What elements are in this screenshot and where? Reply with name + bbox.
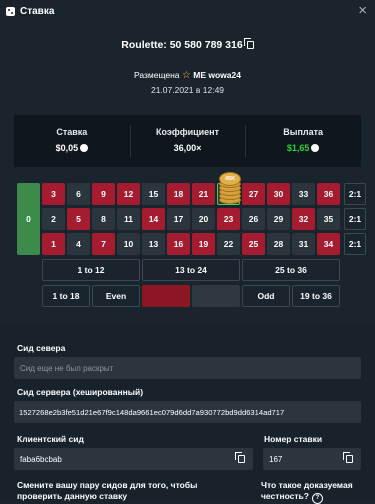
even-bet[interactable]: Even — [92, 285, 140, 307]
number-cell-22[interactable]: 22 — [217, 233, 240, 255]
server-seed-label: Сид севера — [17, 343, 66, 353]
number-cell-20[interactable]: 20 — [192, 208, 215, 230]
game-id-text: Roulette: 50 580 789 316 — [121, 39, 243, 51]
placed-label: Размещена — [134, 70, 180, 80]
number-cell-14[interactable]: 14 — [142, 208, 165, 230]
placed-by: Размещена ☆ ME wowa24 — [0, 70, 375, 81]
number-cell-35[interactable]: 35 — [317, 208, 340, 230]
red-bet[interactable] — [142, 285, 190, 307]
client-seed-value: faba6bcbab — [20, 454, 62, 464]
number-cell-2[interactable]: 2 — [42, 208, 65, 230]
number-cell-3[interactable]: 3 — [42, 183, 65, 205]
dozen-bet-3[interactable]: 25 to 36 — [242, 259, 340, 281]
username[interactable]: ME wowa24 — [193, 70, 241, 80]
number-cell-9[interactable]: 9 — [92, 183, 115, 205]
number-cell-13[interactable]: 13 — [142, 233, 165, 255]
bet-date: 21.07.2021 в 12:49 — [150, 85, 225, 95]
star-icon: ☆ — [181, 70, 191, 81]
number-cell-11[interactable]: 11 — [117, 208, 140, 230]
server-seed-hashed-field[interactable]: 1527268e2b3fe51d21e67f9c148da9661ec079d6… — [14, 401, 361, 423]
close-icon[interactable]: × — [358, 2, 367, 19]
number-cell-19[interactable]: 19 — [192, 233, 215, 255]
modal-title: Ставка — [20, 5, 55, 17]
number-cell-34[interactable]: 34 — [317, 233, 340, 255]
number-cell-36[interactable]: 36 — [317, 183, 340, 205]
stat-value: $0,05 — [14, 143, 130, 153]
bet-number-value: 167 — [269, 454, 283, 464]
copy-icon[interactable] — [343, 452, 353, 463]
stat-label: Ставка — [56, 127, 88, 137]
copy-icon[interactable] — [235, 452, 245, 463]
game-id-title: Roulette: 50 580 789 316 — [0, 38, 375, 51]
question-icon: ? — [311, 493, 323, 504]
number-cell-5[interactable]: 5 — [67, 208, 90, 230]
number-cell-1[interactable]: 1 — [42, 233, 65, 255]
dozen-bet-1[interactable]: 1 to 12 — [42, 259, 140, 281]
seed-panel: Сид севера Сид еще не был раскрыт Сид се… — [0, 326, 375, 504]
copy-icon[interactable] — [243, 38, 254, 49]
zero-cell[interactable]: 0 — [17, 183, 40, 255]
number-cell-30[interactable]: 30 — [267, 183, 290, 205]
server-seed-hashed-label: Сид сервера (хешированный) — [17, 387, 144, 397]
bet-stats: Ставка $0,05 Коэффициент 36,00× Выплата … — [14, 115, 361, 167]
coin-icon — [80, 144, 89, 152]
stat-value: $1,65 — [245, 143, 361, 153]
number-cell-26[interactable]: 26 — [242, 208, 265, 230]
number-cell-7[interactable]: 7 — [92, 233, 115, 255]
bet-number-field[interactable]: 167 — [263, 448, 361, 470]
number-cell-21[interactable]: 21 — [192, 183, 215, 205]
number-cell-27[interactable]: 27 — [242, 183, 265, 205]
number-cell-16[interactable]: 16 — [167, 233, 190, 255]
number-cell-15[interactable]: 15 — [142, 183, 165, 205]
dozen-bet-2[interactable]: 13 to 24 — [142, 259, 240, 281]
black-bet[interactable] — [192, 285, 240, 307]
number-cell-4[interactable]: 4 — [67, 233, 90, 255]
chip-stack: 45K — [219, 166, 241, 204]
client-seed-label: Клиентский сид — [17, 434, 84, 444]
stat-label: Выплата — [283, 127, 324, 137]
number-cell-18[interactable]: 18 — [167, 183, 190, 205]
number-cell-12[interactable]: 12 — [117, 183, 140, 205]
stat-payout: Выплата $1,65 — [245, 115, 361, 167]
provably-fair-link[interactable]: Что такое доказуемая честность?? — [261, 480, 366, 504]
column-bet-3[interactable]: 2:1 — [344, 233, 366, 255]
change-seeds-link[interactable]: Смените вашу пару сидов для того, чтобы … — [17, 480, 242, 502]
server-seed-hashed-value: 1527268e2b3fe51d21e67f9c148da9661ec079d6… — [19, 407, 285, 417]
chip-label: 45K — [219, 172, 241, 186]
server-seed-field[interactable]: Сид еще не был раскрыт — [14, 357, 361, 379]
number-cell-33[interactable]: 33 — [292, 183, 315, 205]
number-cell-10[interactable]: 10 — [117, 233, 140, 255]
number-cell-29[interactable]: 29 — [267, 208, 290, 230]
number-cell-17[interactable]: 17 — [167, 208, 190, 230]
odd-bet[interactable]: Odd — [242, 285, 290, 307]
dice-icon — [6, 6, 15, 16]
coin-icon — [311, 144, 320, 152]
number-cell-25[interactable]: 25 — [242, 233, 265, 255]
number-cell-6[interactable]: 6 — [67, 183, 90, 205]
stat-value: 36,00× — [173, 143, 202, 153]
high-bet[interactable]: 19 to 36 — [292, 285, 340, 307]
modal-header: Ставка × — [0, 0, 375, 22]
column-bet-2[interactable]: 2:1 — [344, 208, 366, 230]
stat-bet: Ставка $0,05 — [14, 115, 130, 167]
number-cell-28[interactable]: 28 — [267, 233, 290, 255]
number-cell-31[interactable]: 31 — [292, 233, 315, 255]
stat-multiplier: Коэффициент 36,00× — [129, 115, 246, 167]
bet-number-label: Номер ставки — [264, 434, 323, 444]
number-cell-23[interactable]: 23 — [217, 208, 240, 230]
number-cell-8[interactable]: 8 — [92, 208, 115, 230]
column-bet-1[interactable]: 2:1 — [344, 183, 366, 205]
number-cell-32[interactable]: 32 — [292, 208, 315, 230]
client-seed-field[interactable]: faba6bcbab — [14, 448, 253, 470]
stat-label: Коэффициент — [155, 127, 220, 137]
low-bet[interactable]: 1 to 18 — [42, 285, 90, 307]
